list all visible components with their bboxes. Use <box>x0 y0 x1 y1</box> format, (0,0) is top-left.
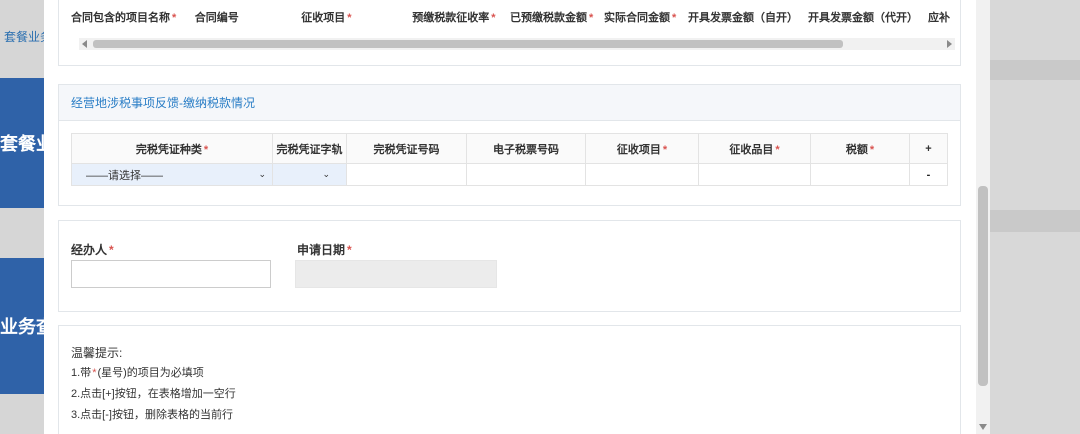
tax-header-label: 完税凭证字轨 <box>276 143 343 156</box>
horizontal-scrollbar[interactable] <box>79 38 955 50</box>
tips-card: 温馨提示: 1.带*(星号)的项目为必填项 2.点击[+]按钮，在表格增加一空行… <box>58 325 961 434</box>
background-tile-1[interactable]: 套餐业务 <box>0 78 44 208</box>
tip-line-1-suffix: (星号)的项目为必填项 <box>97 367 204 379</box>
tax-header-cell: 税额 * <box>810 133 910 164</box>
required-mark: * <box>347 12 352 24</box>
tax-table-header-row: 完税凭证种类 * 完税凭证字轨 完税凭证号码 电子税票号码 征收项目 * 征收品目 *… <box>71 133 948 164</box>
vertical-scroll-thumb[interactable] <box>978 186 988 386</box>
tip-line-1-prefix: 1.带 <box>71 367 92 379</box>
scroll-right-arrow-icon[interactable] <box>947 40 952 48</box>
chevron-down-icon: ⌄ <box>322 169 330 179</box>
required-mark: * <box>589 12 594 24</box>
contract-header-cell: 开具发票金额（自开） <box>688 9 800 25</box>
required-mark: * <box>672 12 677 24</box>
background-tile-1-label: 套餐业务 <box>0 134 44 154</box>
voucher-type-select[interactable]: ——请选择—— ⌄ <box>71 163 273 186</box>
scroll-left-arrow-icon[interactable] <box>82 40 87 48</box>
handler-label: 经办人 <box>71 243 108 257</box>
tax-header-cell: 征收品目 * <box>698 133 811 164</box>
contract-header-label: 已预缴税款金额 <box>510 12 588 24</box>
required-mark: * <box>92 367 97 379</box>
required-mark: * <box>172 12 177 24</box>
modal-dialog: 合同包含的项目名称 * 合同编号 征收项目 * 预缴税款征收率 * 已预缴税款金额 * … <box>44 0 990 434</box>
apply-date-field[interactable] <box>295 260 497 288</box>
background-tile-2-label: 业务查询 <box>0 317 44 337</box>
contract-header-cell: 开具发票金额（代开） <box>808 9 920 25</box>
handler-label-wrap: 经办人 * <box>71 241 114 258</box>
contract-header-cell: 预缴税款征收率 * <box>412 9 502 25</box>
voucher-type-select-box[interactable]: ——请选择—— ⌄ <box>76 165 268 185</box>
levy-category-cell[interactable] <box>698 163 811 186</box>
voucher-track-select[interactable]: ⌄ <box>272 163 347 186</box>
tax-header-cell: 完税凭证字轨 <box>272 133 347 164</box>
background-band <box>990 210 1080 232</box>
contract-header-cell: 已预缴税款金额 * <box>510 9 596 25</box>
background-tile-2[interactable]: 业务查询 <box>0 258 44 394</box>
contract-header-label: 预缴税款征收率 <box>412 12 490 24</box>
required-mark: * <box>662 143 668 156</box>
contract-header-cell: 合同包含的项目名称 * <box>71 9 187 25</box>
contract-header-cell: 合同编号 <box>195 9 247 25</box>
voucher-number-cell[interactable] <box>346 163 467 186</box>
required-mark: * <box>491 12 496 24</box>
contract-table-card: 合同包含的项目名称 * 合同编号 征收项目 * 预缴税款征收率 * 已预缴税款金额 * … <box>58 0 961 66</box>
tax-header-label: 征收品目 <box>729 143 774 156</box>
tax-header-label: 电子税票号码 <box>493 143 559 156</box>
required-mark: * <box>347 243 352 257</box>
apply-date-label-wrap: 申请日期 * <box>297 241 352 258</box>
scroll-down-arrow-icon[interactable] <box>979 424 987 430</box>
contract-header-label: 合同编号 <box>194 12 239 24</box>
tax-header-label: 税额 <box>845 143 868 156</box>
apply-date-label: 申请日期 <box>297 243 346 257</box>
contract-header-label: 征收项目 <box>301 12 346 24</box>
horizontal-scroll-thumb[interactable] <box>93 40 843 48</box>
handler-card: 经办人 * 申请日期 * <box>58 220 961 312</box>
tax-header-cell: 完税凭证号码 <box>346 133 467 164</box>
tax-payment-card: 经营地涉税事项反馈-缴纳税款情况 完税凭证种类 * 完税凭证字轨 完税凭证号码 电… <box>58 84 961 206</box>
contract-header-label: 合同包含的项目名称 <box>71 12 170 24</box>
tax-header-cell: 完税凭证种类 * <box>71 133 273 164</box>
levy-item-cell[interactable] <box>585 163 699 186</box>
contract-table-header: 合同包含的项目名称 * 合同编号 征收项目 * 预缴税款征收率 * 已预缴税款金额 * … <box>59 0 960 34</box>
tip-line-3: 3.点击[-]按钮，删除表格的当前行 <box>71 409 233 421</box>
table-row: ——请选择—— ⌄ ⌄ - <box>71 163 948 186</box>
contract-header-label: 开具发票金额（代开） <box>808 12 919 24</box>
tax-header-label: 征收项目 <box>616 143 661 156</box>
background-band <box>990 60 1080 80</box>
handler-input[interactable] <box>71 260 271 288</box>
required-mark: * <box>203 143 209 156</box>
tax-section-title: 经营地涉税事项反馈-缴纳税款情况 <box>59 85 960 121</box>
contract-header-label: 实际合同金额 <box>604 12 671 24</box>
tax-header-cell: 电子税票号码 <box>466 133 586 164</box>
voucher-type-select-value: ——请选择—— <box>86 169 163 182</box>
contract-header-cell: 征收项目 * <box>255 9 405 25</box>
e-ticket-number-cell[interactable] <box>466 163 586 186</box>
required-mark: * <box>869 143 875 156</box>
contract-header-cell: 实际合同金额 * <box>604 9 680 25</box>
required-mark: * <box>109 243 114 257</box>
voucher-track-select-box[interactable]: ⌄ <box>277 165 342 185</box>
tip-line-2: 2.点击[+]按钮，在表格增加一空行 <box>71 388 236 400</box>
tax-header-label: 完税凭证号码 <box>373 143 440 156</box>
tips-title: 温馨提示: <box>71 346 123 360</box>
tax-amount-cell[interactable] <box>810 163 910 186</box>
add-row-button[interactable]: + <box>909 133 948 164</box>
contract-header-label: 开具发票金额（自开） <box>688 12 799 24</box>
background-right-panel <box>990 0 1080 434</box>
required-mark: * <box>775 143 780 156</box>
chevron-down-icon: ⌄ <box>258 169 266 179</box>
tax-payment-table: 完税凭证种类 * 完税凭证字轨 完税凭证号码 电子税票号码 征收项目 * 征收品目 *… <box>71 133 948 186</box>
tip-line-1: 1.带*(星号)的项目为必填项 <box>71 364 204 380</box>
vertical-scrollbar[interactable] <box>976 0 990 434</box>
contract-header-cell: 应补 <box>928 9 952 25</box>
tax-header-cell: 征收项目 * <box>585 133 699 164</box>
remove-row-button[interactable]: - <box>909 163 948 186</box>
contract-header-label: 应补 <box>928 12 951 24</box>
tax-header-label: 完税凭证种类 <box>135 143 202 156</box>
